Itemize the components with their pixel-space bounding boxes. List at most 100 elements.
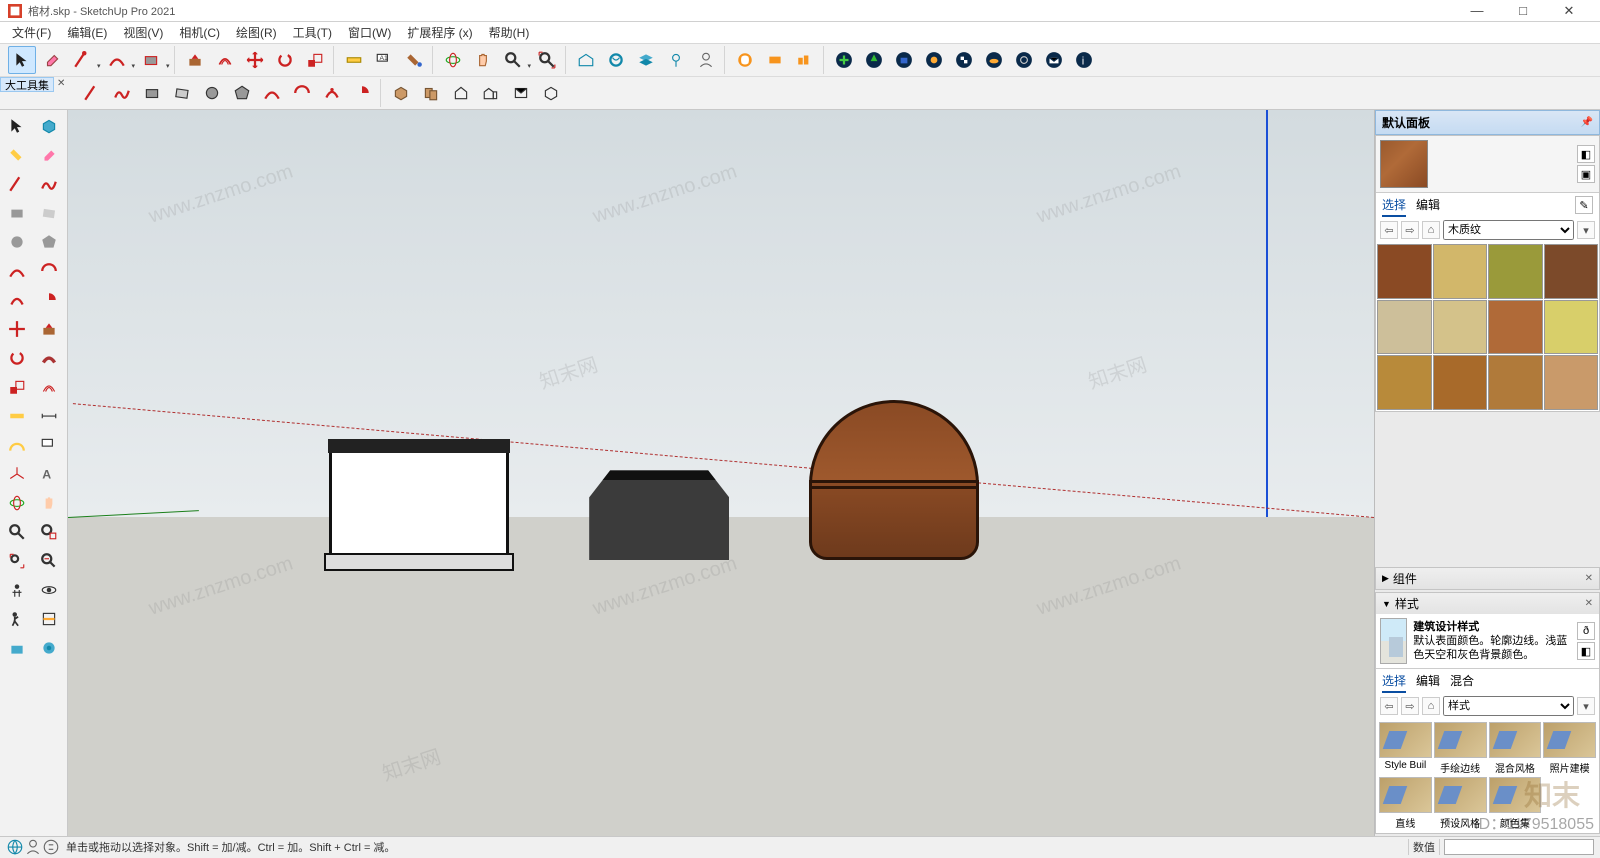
lt-freehand[interactable]: [34, 170, 64, 198]
menu-edit[interactable]: 编辑(E): [59, 22, 115, 43]
person-icon[interactable]: [24, 838, 42, 856]
enscape-materials-icon[interactable]: [791, 46, 819, 74]
rotrect-tool[interactable]: [168, 79, 196, 107]
credit-icon[interactable]: [42, 838, 60, 856]
lt-position[interactable]: [2, 576, 32, 604]
menu-draw[interactable]: 绘图(R): [228, 22, 285, 43]
material-swatch[interactable]: [1433, 355, 1488, 410]
minimize-button[interactable]: —: [1454, 0, 1500, 22]
layers-icon[interactable]: [632, 46, 660, 74]
zoom-tool[interactable]: [499, 46, 527, 74]
panel-close-icon[interactable]: ✕: [1585, 573, 1593, 584]
lt-solidtools[interactable]: [34, 634, 64, 662]
scale-tool[interactable]: [301, 46, 329, 74]
pie-tool[interactable]: [348, 79, 376, 107]
lt-move[interactable]: [2, 315, 32, 343]
lt-3ptarc[interactable]: [2, 286, 32, 314]
material-swatch[interactable]: [1488, 300, 1543, 355]
close-button[interactable]: ✕: [1546, 0, 1592, 22]
style-library-select[interactable]: 样式: [1443, 696, 1574, 716]
ext-gear-icon[interactable]: [1010, 46, 1038, 74]
pin-icon[interactable]: 📌: [1581, 117, 1593, 128]
rotate-tool[interactable]: [271, 46, 299, 74]
lt-pie[interactable]: [34, 286, 64, 314]
material-swatch[interactable]: [1377, 355, 1432, 410]
freehand-tool[interactable]: [108, 79, 136, 107]
ext-mail-icon[interactable]: [1040, 46, 1068, 74]
styles-header[interactable]: ▼ 样式 ✕: [1376, 593, 1599, 614]
lt-select[interactable]: [2, 112, 32, 140]
material-swatch[interactable]: [1433, 244, 1488, 299]
lt-pushpull[interactable]: [34, 315, 64, 343]
lt-zoom[interactable]: [2, 518, 32, 546]
lt-pan[interactable]: [34, 489, 64, 517]
lt-scale[interactable]: [2, 373, 32, 401]
lt-line[interactable]: [2, 170, 32, 198]
geo-icon[interactable]: [6, 838, 24, 856]
tray-title[interactable]: 默认面板 📌: [1375, 110, 1600, 135]
viewport[interactable]: www.znzmo.com www.znzmo.com www.znzmo.co…: [68, 110, 1374, 836]
material-tab-select[interactable]: 选择: [1382, 196, 1406, 217]
style-tab-select[interactable]: 选择: [1382, 672, 1406, 693]
lt-2ptarc[interactable]: [34, 257, 64, 285]
material-swatch[interactable]: [1544, 300, 1599, 355]
lt-offset[interactable]: [34, 373, 64, 401]
mat-forward-button[interactable]: ⇨: [1401, 221, 1419, 239]
material-preview-swatch[interactable]: [1380, 140, 1428, 188]
material-library-select[interactable]: 木质纹: [1443, 220, 1574, 240]
style-create-icon[interactable]: ◧: [1577, 642, 1595, 660]
warehouse-icon[interactable]: [572, 46, 600, 74]
pushpull-tool[interactable]: [181, 46, 209, 74]
component-tool[interactable]: [387, 79, 415, 107]
toolset-close-icon[interactable]: ✕: [54, 77, 68, 90]
ext-add-icon[interactable]: [830, 46, 858, 74]
enscape-icon[interactable]: [731, 46, 759, 74]
lt-rect[interactable]: [2, 199, 32, 227]
ext-box-icon[interactable]: [890, 46, 918, 74]
eyedropper-icon[interactable]: ✎: [1575, 196, 1593, 214]
house-iso-icon[interactable]: [537, 79, 565, 107]
style-tab-edit[interactable]: 编辑: [1416, 672, 1440, 693]
eraser-tool[interactable]: [38, 46, 66, 74]
components-header[interactable]: ▶ 组件 ✕: [1376, 568, 1599, 589]
style-folder[interactable]: 预设风格: [1434, 777, 1487, 830]
house-top-icon[interactable]: [507, 79, 535, 107]
lt-followme[interactable]: [34, 344, 64, 372]
lt-paint[interactable]: [2, 141, 32, 169]
lt-section[interactable]: [34, 605, 64, 633]
style-update-icon[interactable]: ð: [1577, 622, 1595, 640]
offset-tool[interactable]: [211, 46, 239, 74]
tape-tool[interactable]: [340, 46, 368, 74]
lt-sandbox[interactable]: [2, 634, 32, 662]
lt-arc[interactable]: [2, 257, 32, 285]
model-coffin-white[interactable]: [329, 450, 509, 560]
material-swatch[interactable]: [1433, 300, 1488, 355]
3pt-arc-tool[interactable]: [318, 79, 346, 107]
style-back-button[interactable]: ⇦: [1380, 697, 1398, 715]
material-create-icon[interactable]: ▣: [1577, 165, 1595, 183]
scene-models[interactable]: [329, 400, 979, 560]
ext-cloud-icon[interactable]: [980, 46, 1008, 74]
material-swatch[interactable]: [1488, 244, 1543, 299]
user-icon[interactable]: [692, 46, 720, 74]
mat-menu-button[interactable]: ▾: [1577, 221, 1595, 239]
menu-camera[interactable]: 相机(C): [171, 22, 228, 43]
style-folder[interactable]: 手绘边线: [1434, 722, 1487, 775]
lt-polygon[interactable]: [34, 228, 64, 256]
style-preview-thumb[interactable]: [1380, 618, 1407, 664]
large-toolset-label[interactable]: 大工具集: [0, 77, 54, 92]
lt-rotrect[interactable]: [34, 199, 64, 227]
style-tab-mix[interactable]: 混合: [1450, 672, 1474, 693]
lt-tape[interactable]: [2, 402, 32, 430]
select-tool[interactable]: [8, 46, 36, 74]
orbit-tool[interactable]: [439, 46, 467, 74]
2pt-arc-tool[interactable]: [288, 79, 316, 107]
mat-back-button[interactable]: ⇦: [1380, 221, 1398, 239]
style-folder[interactable]: Style Buil: [1379, 722, 1432, 775]
lt-text[interactable]: [34, 431, 64, 459]
lt-component[interactable]: [34, 112, 64, 140]
style-folder[interactable]: 直线: [1379, 777, 1432, 830]
text-tool[interactable]: A1: [370, 46, 398, 74]
model-coffin-wood[interactable]: [809, 400, 979, 560]
pan-tool[interactable]: [469, 46, 497, 74]
